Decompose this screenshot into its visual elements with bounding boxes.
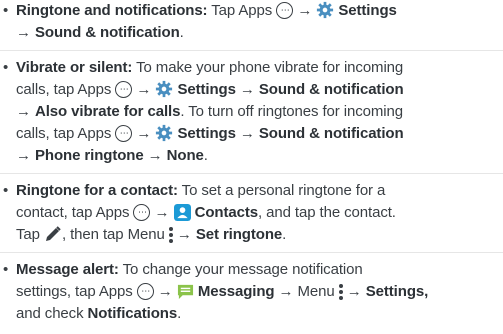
list-item-message-alert: • Message alert: To change your message … [0, 252, 503, 325]
item-title: Vibrate or silent: [16, 59, 133, 76]
item-title: Ringtone for a contact: [16, 182, 178, 199]
apps-icon: ⋯ [133, 203, 151, 221]
bullet: • [3, 59, 9, 76]
apps-icon: ⋯ [115, 124, 133, 142]
apps-icon: ⋯ [276, 1, 294, 19]
list-item-contact-ringtone: • Ringtone for a contact: To set a perso… [0, 173, 503, 252]
menu-icon [338, 282, 343, 302]
settings-label: Settings [338, 2, 397, 19]
apps-icon: ⋯ [136, 282, 154, 300]
document: • Ringtone and notifications: Tap Apps ⋯… [0, 0, 503, 334]
item-title: Ringtone and notifications: [16, 2, 208, 19]
item-title: Message alert: [16, 261, 119, 278]
edit-pencil-icon [45, 226, 61, 242]
list-item-vibrate-silent: • Vibrate or silent: To make your phone … [0, 50, 503, 173]
bullet: • [3, 2, 9, 19]
settings-gear-icon [317, 1, 334, 19]
menu-icon [168, 225, 173, 245]
settings-gear-icon [156, 124, 173, 142]
messaging-icon [177, 284, 193, 299]
apps-icon: ⋯ [115, 80, 133, 98]
bullet: • [3, 182, 9, 199]
bullet: • [3, 261, 9, 278]
list-item-ringtone-notifications: • Ringtone and notifications: Tap Apps ⋯… [3, 1, 397, 41]
contacts-icon [173, 203, 191, 221]
settings-gear-icon [156, 80, 173, 98]
